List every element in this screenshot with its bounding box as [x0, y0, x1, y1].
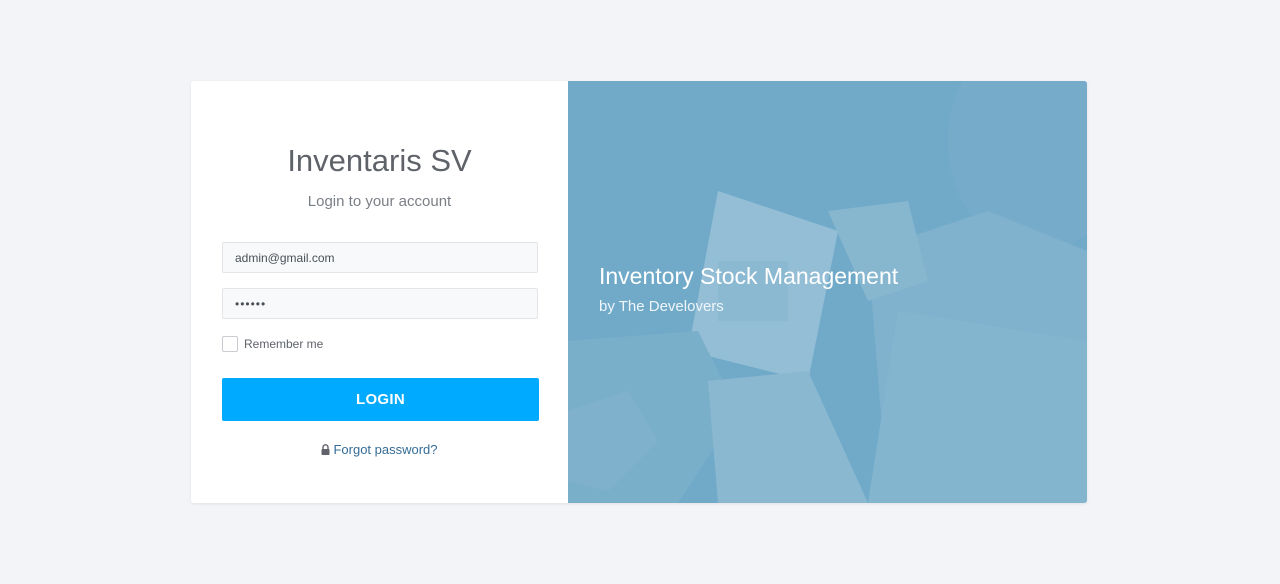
app-title: Inventaris SV: [287, 143, 472, 178]
forgot-password-link[interactable]: Forgot password?: [191, 442, 568, 458]
remember-me-checkbox[interactable]: [222, 336, 238, 352]
hero-panel: Inventory Stock Management by The Develo…: [568, 81, 1087, 503]
login-subtitle: Login to your account: [307, 193, 452, 210]
login-button[interactable]: LOGIN: [222, 378, 539, 421]
login-card: Inventaris SV Login to your account Reme…: [191, 81, 1087, 503]
hero-subtitle: by The Develovers: [599, 298, 724, 315]
email-field[interactable]: [222, 242, 538, 273]
lock-icon: [321, 443, 330, 458]
password-field[interactable]: [222, 288, 538, 319]
hero-title: Inventory Stock Management: [599, 263, 899, 289]
login-panel: Inventaris SV Login to your account Reme…: [191, 81, 568, 503]
forgot-password-label: Forgot password?: [333, 442, 438, 457]
remember-me[interactable]: Remember me: [222, 336, 323, 352]
hero-overlay: [568, 81, 1087, 503]
remember-me-label: Remember me: [244, 337, 324, 351]
